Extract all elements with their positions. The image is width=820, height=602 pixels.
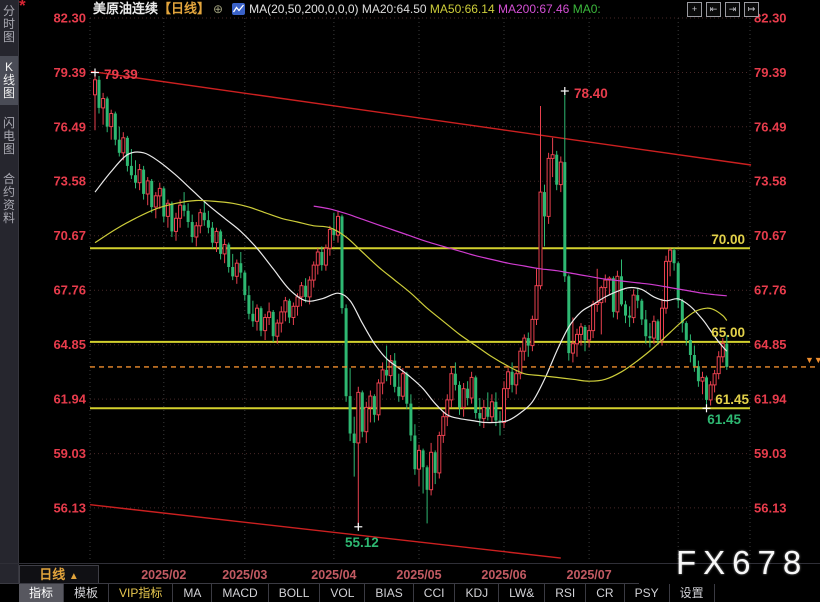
svg-text:61.45: 61.45 <box>707 412 741 427</box>
ma-line-MA20 <box>94 151 728 424</box>
trendlines[interactable] <box>90 70 752 559</box>
svg-text:67.76: 67.76 <box>754 283 787 298</box>
watermark-logo: FX678 <box>676 544 809 581</box>
grid-vertical <box>89 18 751 562</box>
svg-text:61.94: 61.94 <box>754 392 787 407</box>
period-tag: 【日线】 <box>158 1 211 16</box>
sidebar-item-闪电图[interactable]: 闪电图 <box>2 112 16 161</box>
svg-text:61.94: 61.94 <box>53 392 86 407</box>
candles <box>93 72 729 527</box>
svg-text:76.49: 76.49 <box>53 119 86 134</box>
sidebar: 分时图 K线图 闪电图 合约资料 <box>0 0 19 584</box>
chart-toolbar-icons: + ⇤ ⇥ ↦ <box>687 2 759 17</box>
svg-text:64.85: 64.85 <box>754 337 787 352</box>
svg-text:76.49: 76.49 <box>754 119 787 134</box>
tab-LW&[interactable]: LW& <box>499 584 546 602</box>
ma-settings-label: MA(20,50,200,0,0,0) <box>249 2 359 16</box>
crosshair-tool-icon[interactable]: + <box>687 2 702 17</box>
tab-VIP指标[interactable]: VIP指标 <box>109 584 174 602</box>
sidebar-item-合约资料[interactable]: 合约资料 <box>2 168 16 230</box>
current-price-pointer-icon[interactable]: ▼▼ <box>805 356 820 365</box>
indicator-toolbar: 指标 模板 VIP指标 MA MACD BOLL VOL BIAS CCI KDJ LW& RSI CR… <box>0 583 820 602</box>
add-compare-icon[interactable]: ⊕ <box>210 2 226 16</box>
ma0-value: MA0: <box>572 2 601 16</box>
kline-badge-icon <box>232 3 246 15</box>
ma50-value: MA50:66.14 <box>429 2 495 16</box>
period-selector[interactable]: 日线 ▲ <box>19 565 99 585</box>
sidebar-item-K线图[interactable]: K线图 <box>0 56 18 105</box>
svg-text:56.13: 56.13 <box>53 500 86 515</box>
pan-right-icon[interactable]: ⇥ <box>725 2 740 17</box>
chevron-up-icon: ▲ <box>68 571 79 582</box>
ma20-value: MA20:64.50 <box>361 2 427 16</box>
tab-PSY[interactable]: PSY <box>625 584 670 602</box>
symbol-title: 美原油连续 <box>93 1 159 16</box>
svg-text:55.12: 55.12 <box>345 535 379 550</box>
svg-text:65.00: 65.00 <box>711 325 745 340</box>
tab-BIAS[interactable]: BIAS <box>365 584 414 602</box>
tab-MACD[interactable]: MACD <box>212 584 269 602</box>
tab-CR[interactable]: CR <box>586 584 625 602</box>
svg-text:73.58: 73.58 <box>754 174 787 189</box>
svg-text:70.67: 70.67 <box>53 228 86 243</box>
svg-text:67.76: 67.76 <box>53 283 86 298</box>
svg-text:79.39: 79.39 <box>104 67 138 82</box>
svg-text:59.03: 59.03 <box>53 446 86 461</box>
svg-text:59.03: 59.03 <box>754 446 787 461</box>
pan-left-icon[interactable]: ⇤ <box>706 2 721 17</box>
svg-text:73.58: 73.58 <box>53 174 86 189</box>
app-window: 79.39 78.40 70.00 65.00 61.45 61.45 55.12 82.30… <box>0 0 820 602</box>
support-resistance-lines[interactable] <box>90 247 750 410</box>
svg-text:79.39: 79.39 <box>53 65 86 80</box>
tab-指标[interactable]: 指标 <box>19 584 65 602</box>
svg-text:79.39: 79.39 <box>754 65 787 80</box>
svg-text:70.67: 70.67 <box>754 228 787 243</box>
svg-text:64.85: 64.85 <box>53 337 86 352</box>
ma200-value: MA200:67.46 <box>497 2 570 16</box>
svg-text:56.13: 56.13 <box>754 500 787 515</box>
svg-text:61.45: 61.45 <box>715 392 749 407</box>
tab-VOL[interactable]: VOL <box>320 584 366 602</box>
ma-line-MA50 <box>94 199 728 382</box>
svg-text:70.00: 70.00 <box>711 232 745 247</box>
period-selector-label: 日线 <box>39 567 66 582</box>
tab-CCI[interactable]: CCI <box>414 584 456 602</box>
kline-chart[interactable]: 79.39 78.40 70.00 65.00 61.45 61.45 55.12 82.30… <box>0 0 820 602</box>
tab-KDJ[interactable]: KDJ <box>455 584 500 602</box>
tab-设置[interactable]: 设置 <box>670 584 715 602</box>
alert-burst-icon: * <box>19 0 26 15</box>
tab-MA[interactable]: MA <box>173 584 213 602</box>
tab-BOLL[interactable]: BOLL <box>269 584 321 602</box>
tab-模板[interactable]: 模板 <box>64 584 110 602</box>
jump-latest-icon[interactable]: ↦ <box>744 2 759 17</box>
tab-RSI[interactable]: RSI <box>545 584 587 602</box>
grid-horizontal <box>90 17 750 509</box>
svg-text:78.40: 78.40 <box>574 86 608 101</box>
